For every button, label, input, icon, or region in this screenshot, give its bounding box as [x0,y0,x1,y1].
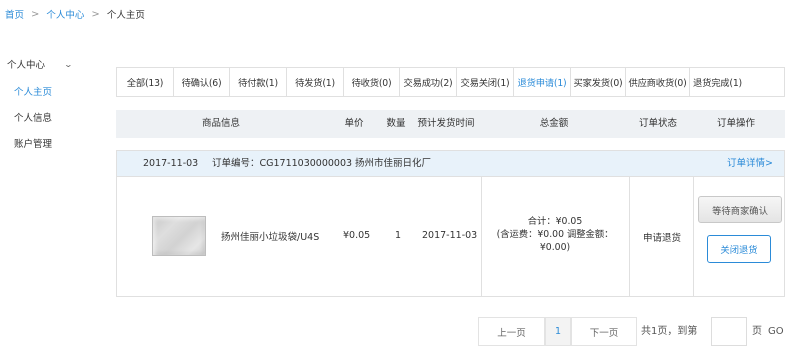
prev-page-button[interactable]: 上一页 [478,317,545,346]
cell-divider [693,177,694,296]
tab-closed[interactable]: 交易关闭(1) [457,68,514,96]
column-header-ops: 订单操作 [716,118,756,129]
breadcrumb: 首页 > 个人中心 > 个人主页 [5,7,145,22]
sidebar-item-account[interactable]: 账户管理 [14,136,52,150]
next-page-button[interactable]: 下一页 [571,317,637,346]
order-header: 2017-11-03 订单编号：CG1711030000003 扬州市佳丽日化厂… [117,151,784,177]
order-card: 2017-11-03 订单编号：CG1711030000003 扬州市佳丽日化厂… [116,150,785,297]
order-table-header: 商品信息 单价 数量 预计发货时间 总金额 订单状态 订单操作 [116,110,785,138]
sidebar-group-label: 个人中心 [7,60,46,71]
order-total-breakdown: (含运费：¥0.00 调整金额： [496,229,614,240]
tab-all[interactable]: 全部(13) [117,68,174,96]
breadcrumb-separator: > [31,8,40,20]
close-return-button[interactable]: 关闭退货 [707,235,771,263]
page-number-button[interactable]: 1 [545,317,571,346]
product-price: ¥0.05 [343,230,371,241]
order-number: 订单编号：CG1711030000003 [212,158,353,169]
total-pages-label: 共1页，到第 [641,326,698,337]
breadcrumb-center-link[interactable]: 个人中心 [46,7,84,21]
column-header-total: 总金额 [539,118,569,129]
tab-pending-shipment[interactable]: 待发货(1) [287,68,344,96]
product-name-link[interactable]: 扬州佳丽小垃圾袋/U4S [221,229,319,243]
product-image[interactable] [152,216,206,256]
column-header-price: 单价 [344,118,364,129]
chevron-down-icon: ⌄ [63,59,74,69]
tab-pending-payment[interactable]: 待付款(1) [230,68,287,96]
tab-buyer-shipped[interactable]: 买家发货(0) [571,68,626,96]
await-merchant-confirm-button[interactable]: 等待商家确认 [698,196,782,223]
column-header-ship-time: 预计发货时间 [417,118,475,129]
order-total-sum: 合计：¥0.05 [527,216,583,227]
sidebar-item-home[interactable]: 个人主页 [14,84,52,98]
product-qty: 1 [395,230,402,241]
tab-supplier-received[interactable]: 供应商收货(0) [626,68,690,96]
column-header-status: 订单状态 [638,118,678,129]
tab-pending-receipt[interactable]: 待收货(0) [344,68,400,96]
tab-pending-confirm[interactable]: 待确认(6) [174,68,230,96]
cell-divider [629,177,630,296]
go-button[interactable]: GO [768,317,784,346]
page-jump-input[interactable] [711,317,747,346]
order-shop-name: 扬州市佳丽日化厂 [355,158,432,169]
order-status-tabs: 全部(13) 待确认(6) 待付款(1) 待发货(1) 待收货(0) 交易成功(… [116,67,785,97]
order-detail-link[interactable]: 订单详情> [727,151,773,177]
breadcrumb-home-link[interactable]: 首页 [5,7,24,21]
order-date: 2017-11-03 [143,158,199,169]
order-total: 合计：¥0.05 (含运费：¥0.00 调整金额： ¥0.00) [481,215,629,254]
order-total-adjust: ¥0.00) [539,242,571,253]
page-unit-label: 页 [752,326,762,337]
tab-success[interactable]: 交易成功(2) [400,68,457,96]
breadcrumb-current: 个人主页 [106,10,145,21]
column-header-product: 商品信息 [201,118,241,129]
ship-date: 2017-11-03 [422,230,478,241]
column-header-qty: 数量 [386,118,406,129]
breadcrumb-separator: > [91,8,100,20]
tab-return-request[interactable]: 退货申请(1) [514,68,571,96]
sidebar-item-info[interactable]: 个人信息 [14,110,52,124]
tab-return-complete[interactable]: 退货完成(1) [690,68,783,96]
sidebar-group-header[interactable]: 个人中心 ⌄ [7,57,74,72]
order-status: 申请退货 [643,233,682,244]
